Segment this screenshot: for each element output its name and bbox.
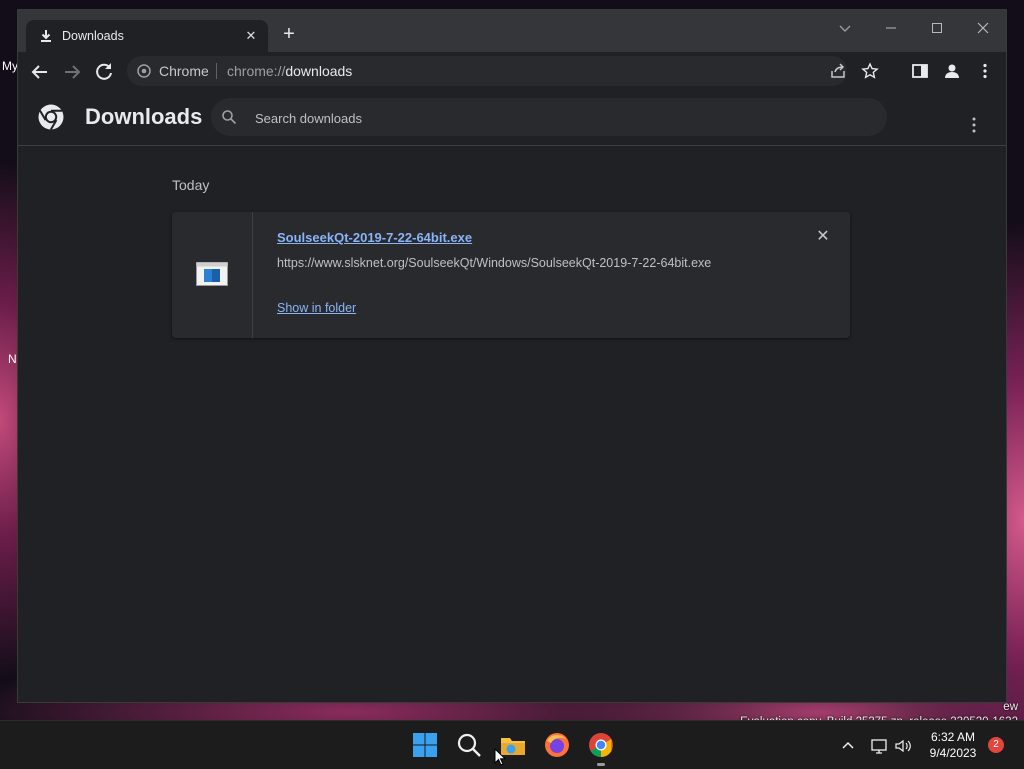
desktop-icon-label: N bbox=[8, 352, 17, 366]
side-panel-icon[interactable] bbox=[911, 62, 929, 80]
downloads-list: Today SoulseekQt-2019-7-22-64bit.exe htt… bbox=[18, 146, 1006, 702]
chrome-logo-icon bbox=[38, 104, 64, 131]
tab-title: Downloads bbox=[62, 29, 124, 43]
close-window-button[interactable] bbox=[960, 14, 1006, 40]
date-section-label: Today bbox=[172, 177, 210, 193]
download-source-url[interactable]: https://www.slsknet.org/SoulseekQt/Windo… bbox=[277, 256, 711, 270]
tab-strip: Downloads ✕ + bbox=[18, 10, 1006, 52]
clock-time: 6:32 AM bbox=[930, 730, 976, 744]
volume-icon[interactable] bbox=[894, 737, 912, 755]
mouse-cursor-icon bbox=[494, 748, 506, 766]
back-arrow-icon[interactable] bbox=[28, 60, 52, 84]
new-tab-button[interactable]: + bbox=[278, 24, 300, 46]
forward-arrow-icon[interactable] bbox=[60, 60, 84, 84]
tab-search-button[interactable] bbox=[822, 14, 868, 40]
firefox-icon[interactable] bbox=[543, 731, 571, 759]
close-icon bbox=[977, 22, 989, 34]
chevron-up-icon[interactable] bbox=[839, 737, 857, 755]
network-icon[interactable] bbox=[870, 737, 888, 755]
tab-close-icon[interactable]: ✕ bbox=[242, 27, 260, 45]
more-menu-icon[interactable] bbox=[976, 62, 994, 80]
notification-badge[interactable]: 2 bbox=[988, 737, 1004, 753]
browser-toolbar: Chrome chrome://downloads bbox=[18, 52, 1006, 90]
download-filename-link[interactable]: SoulseekQt-2019-7-22-64bit.exe bbox=[277, 230, 472, 245]
page-title: Downloads bbox=[85, 104, 203, 129]
downloads-header: Downloads bbox=[18, 90, 1006, 146]
minimize-button[interactable] bbox=[868, 14, 914, 40]
start-icon[interactable] bbox=[411, 731, 439, 759]
desktop-icon-label: My bbox=[2, 59, 18, 73]
taskbar: 6:32 AM 9/4/2023 2 bbox=[0, 720, 1024, 769]
download-item: SoulseekQt-2019-7-22-64bit.exe https://w… bbox=[172, 212, 850, 338]
search-downloads-box[interactable] bbox=[211, 98, 887, 138]
system-clock[interactable]: 6:32 AM 9/4/2023 bbox=[918, 729, 988, 761]
url-text: chrome://downloads bbox=[227, 63, 353, 79]
active-app-indicator bbox=[597, 763, 605, 766]
reload-icon[interactable] bbox=[92, 60, 116, 84]
show-in-folder-link[interactable]: Show in folder bbox=[277, 301, 356, 315]
bookmark-star-icon[interactable] bbox=[861, 62, 879, 80]
maximize-icon bbox=[932, 23, 942, 33]
maximize-button[interactable] bbox=[914, 14, 960, 40]
omnibox-separator bbox=[216, 63, 217, 79]
chevron-down-icon bbox=[839, 25, 851, 32]
browser-window: Downloads ✕ + Chrome chrome://downloads … bbox=[18, 10, 1006, 702]
search-input[interactable] bbox=[253, 98, 857, 138]
search-icon[interactable] bbox=[455, 731, 483, 759]
exe-file-icon bbox=[196, 262, 228, 286]
remove-download-close-icon[interactable]: ✕ bbox=[814, 228, 832, 246]
search-icon bbox=[222, 110, 237, 125]
downloads-menu-icon[interactable] bbox=[966, 116, 982, 134]
site-label: Chrome bbox=[159, 63, 209, 79]
chrome-site-icon bbox=[137, 64, 151, 78]
file-icon-column bbox=[172, 212, 253, 338]
chrome-icon[interactable] bbox=[587, 731, 615, 759]
download-icon bbox=[41, 30, 51, 42]
clock-date: 9/4/2023 bbox=[929, 746, 977, 760]
profile-icon[interactable] bbox=[943, 62, 961, 80]
tab-downloads[interactable]: Downloads ✕ bbox=[26, 20, 268, 52]
share-icon[interactable] bbox=[829, 62, 847, 80]
address-bar[interactable]: Chrome chrome://downloads bbox=[127, 56, 879, 86]
minimize-icon bbox=[886, 27, 896, 29]
